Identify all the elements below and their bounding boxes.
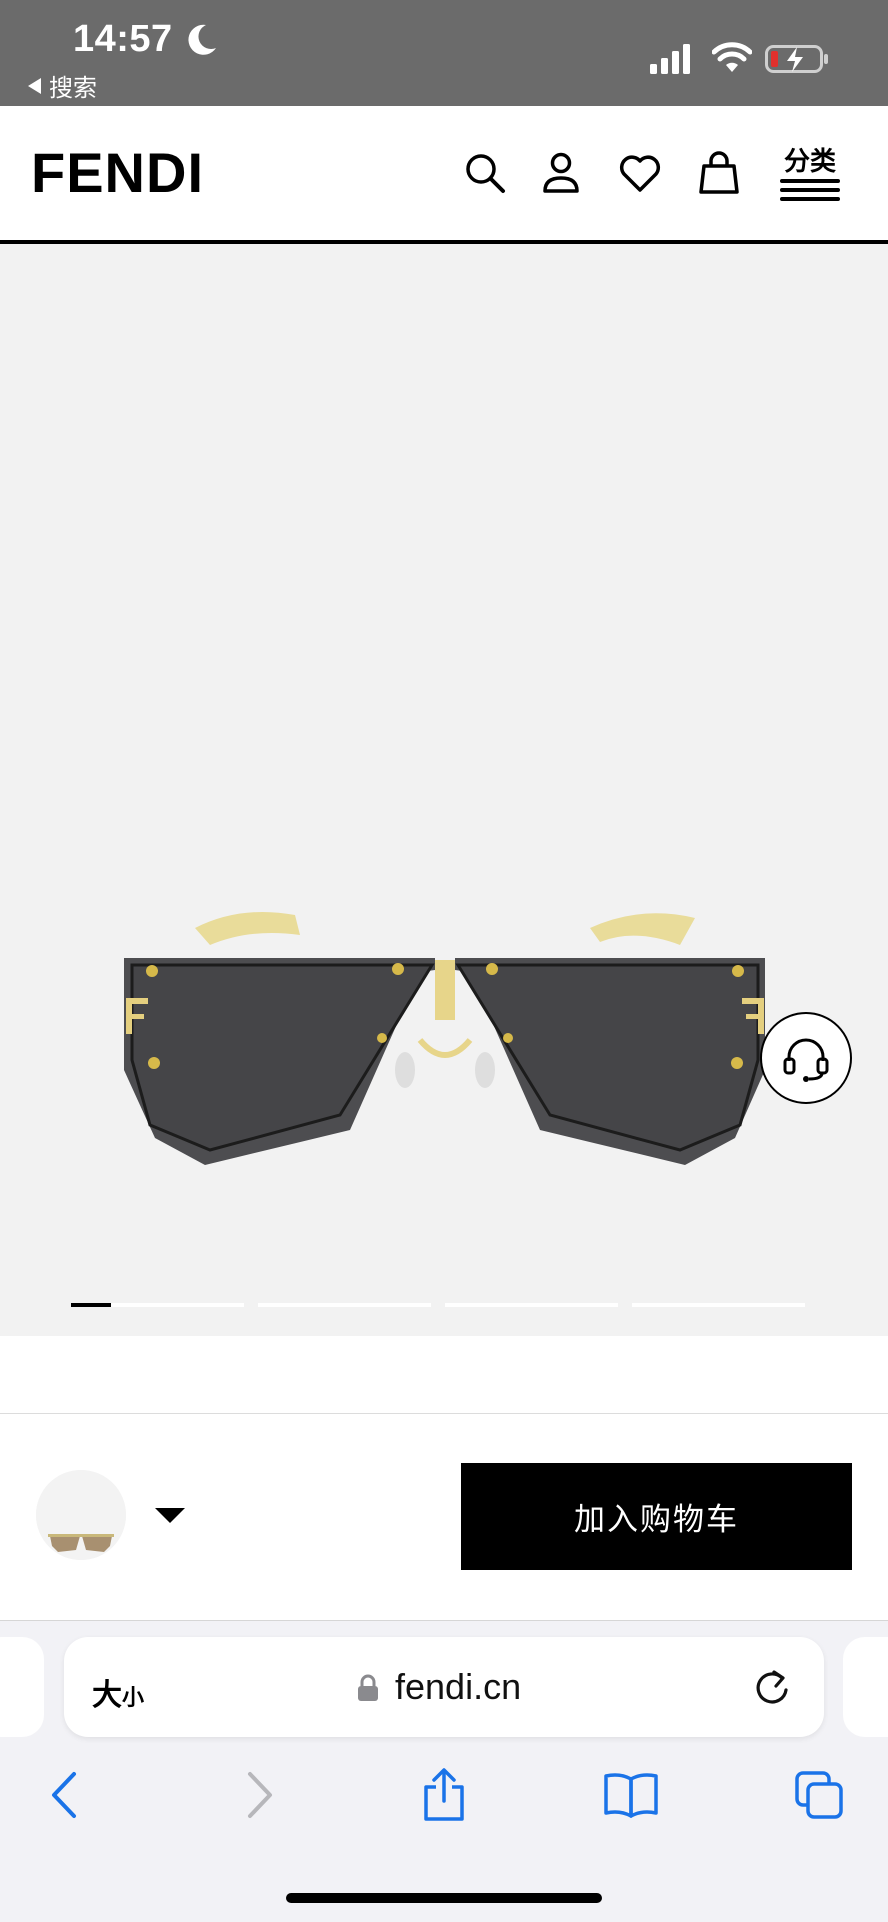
reload-icon[interactable] — [752, 1666, 792, 1708]
back-arrow-icon — [28, 77, 41, 94]
wishlist-heart-icon — [619, 155, 661, 192]
account-icon — [543, 152, 579, 193]
search-icon — [466, 154, 505, 193]
home-indicator — [286, 1893, 602, 1903]
gallery-page-indicator[interactable] — [258, 1303, 431, 1307]
menu-lines-icon — [780, 179, 840, 201]
share-button[interactable] — [414, 1765, 474, 1825]
account-button[interactable] — [534, 146, 588, 200]
category-menu-button[interactable]: 分类 — [780, 148, 840, 204]
section-divider — [0, 1413, 888, 1414]
chevron-right-icon — [248, 1772, 272, 1818]
moon-icon — [188, 24, 216, 55]
gallery-page-indicator[interactable] — [71, 1303, 244, 1307]
variant-sunglasses-image — [36, 1470, 126, 1560]
next-tab-peek[interactable] — [843, 1637, 888, 1737]
url-text[interactable]: fendi.cn — [395, 1666, 521, 1708]
battery-charging-icon — [765, 45, 828, 73]
text-size-small: 小 — [122, 1685, 145, 1710]
status-time: 14:57 — [73, 18, 173, 60]
signal-icon — [650, 44, 690, 74]
tabs-icon — [795, 1771, 843, 1819]
fendi-logo[interactable]: FENDI — [31, 140, 204, 205]
gallery-pagination — [71, 1303, 805, 1308]
tabs-button[interactable] — [789, 1765, 849, 1825]
text-size-big: 大 — [92, 1679, 122, 1712]
wifi-icon — [712, 42, 752, 72]
browser-forward-button[interactable] — [228, 1765, 288, 1825]
book-icon — [604, 1773, 658, 1818]
headset-icon — [783, 1038, 829, 1082]
variant-thumbnail[interactable] — [36, 1470, 126, 1560]
search-button[interactable] — [458, 146, 512, 200]
customer-support-button[interactable] — [760, 1012, 852, 1104]
back-label: 搜索 — [49, 75, 97, 102]
category-label: 分类 — [783, 146, 836, 176]
variant-dropdown-chevron-down-icon[interactable] — [155, 1508, 185, 1523]
gallery-page-indicator[interactable] — [632, 1303, 805, 1307]
lock-icon — [358, 1674, 378, 1701]
shopping-bag-button[interactable] — [692, 146, 746, 200]
back-to-search-button[interactable]: 搜索 — [28, 68, 97, 103]
add-to-cart-button[interactable]: 加入购物车 — [461, 1463, 852, 1570]
site-header: FENDI 分类 — [0, 106, 888, 244]
text-size-button[interactable]: 大小 — [92, 1670, 144, 1714]
gallery-page-indicator[interactable] — [445, 1303, 618, 1307]
shopping-bag-icon — [699, 151, 739, 194]
share-icon — [424, 1768, 464, 1821]
browser-back-button[interactable] — [36, 1765, 96, 1825]
gallery-page-indicator-active — [71, 1303, 111, 1307]
bookmarks-button[interactable] — [601, 1765, 661, 1825]
chevron-left-icon — [52, 1772, 76, 1818]
product-image-sunglasses — [124, 911, 765, 1165]
wishlist-button[interactable] — [613, 146, 667, 200]
previous-tab-peek[interactable] — [0, 1637, 44, 1737]
